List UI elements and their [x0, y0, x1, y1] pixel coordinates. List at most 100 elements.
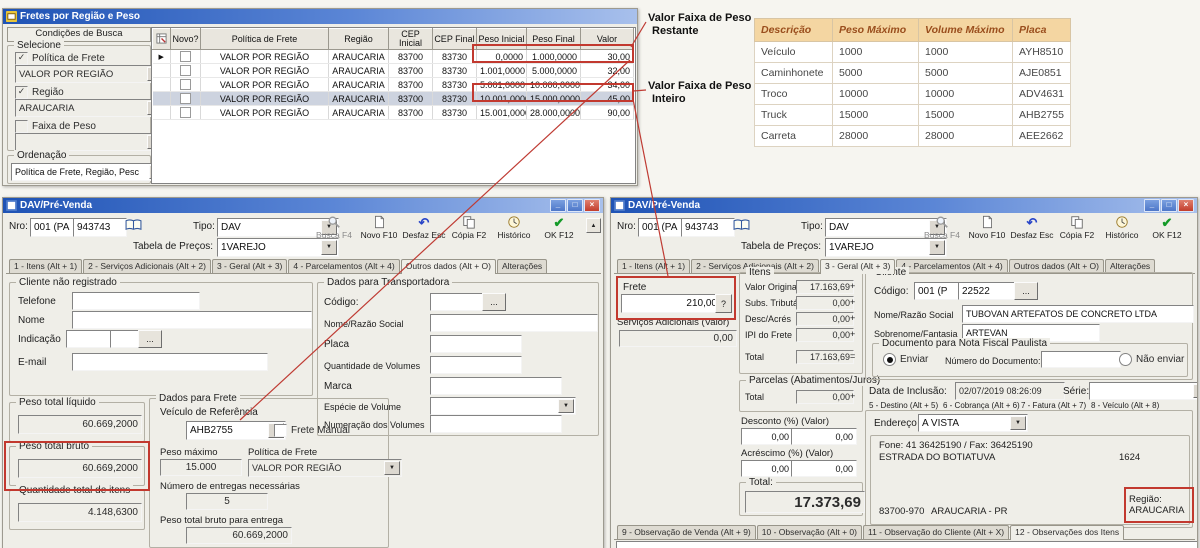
razao-social-field[interactable]: TUBOVAN ARTEFATOS DE CONCRETO LTDA — [962, 305, 1194, 323]
faixa-peso-checkbox[interactable]: Faixa de Peso — [15, 120, 96, 133]
tab-observacao[interactable]: 10 - Observação (Alt + 0) — [757, 525, 862, 539]
nome-field[interactable] — [72, 311, 312, 329]
ok-button[interactable]: ✔ OK F12 — [536, 215, 582, 240]
enviar-radio[interactable]: Enviar — [883, 353, 928, 366]
cliente-codigo-tipo-field[interactable]: 001 (P — [914, 282, 962, 300]
dav-left-titlebar[interactable]: DAV/Pré-Venda _ □ × — [3, 198, 603, 213]
grid-cell[interactable]: 0,0000 — [477, 50, 527, 64]
politica-frete-select[interactable]: VALOR POR REGIÃO▼ — [248, 459, 402, 477]
tab-observacao-venda[interactable]: 9 - Observação de Venda (Alt + 9) — [617, 525, 756, 539]
grid-cell[interactable]: 5.000,0000 — [527, 64, 581, 78]
tab-servicos-adicionais[interactable]: 2 - Serviços Adicionais (Alt + 2) — [83, 259, 211, 273]
nro-number-field[interactable]: 943743 — [73, 218, 127, 237]
grid-col-regiao[interactable]: Região — [329, 29, 389, 50]
regiao-checkbox[interactable]: ✓Região — [15, 86, 64, 99]
numeracao-volumes-field[interactable] — [430, 415, 562, 433]
desconto-valor-field[interactable]: 0,00 — [791, 428, 857, 445]
chevron-down-icon[interactable]: ▼ — [384, 461, 400, 475]
transportadora-lookup-button[interactable]: ... — [482, 293, 506, 311]
grid-cell[interactable]: VALOR POR REGIÃO — [201, 92, 329, 106]
book-icon[interactable] — [125, 218, 142, 232]
politica-frete-checkbox[interactable]: ✓Política de Frete — [15, 52, 105, 65]
grid-cell[interactable]: 83700 — [389, 106, 433, 120]
grid-col-cep-final[interactable]: CEP Final — [433, 29, 477, 50]
novo-checkbox[interactable] — [180, 51, 191, 62]
grid-cell[interactable]: 83730 — [433, 92, 477, 106]
fretes-titlebar[interactable]: Fretes por Região e Peso — [3, 9, 637, 24]
grid-cell[interactable]: 5.001,0000 — [477, 78, 527, 92]
novo-cell[interactable] — [171, 64, 201, 78]
grid-cell[interactable]: ARAUCARIA — [329, 64, 389, 78]
grid-header-icon-cell[interactable] — [153, 29, 171, 50]
nao-enviar-radio[interactable]: Não enviar — [1119, 353, 1184, 366]
email-field[interactable] — [72, 353, 268, 371]
tab-geral[interactable]: 3 - Geral (Alt + 3) — [820, 259, 895, 274]
close-button[interactable]: × — [584, 199, 600, 212]
novo-cell[interactable] — [171, 50, 201, 64]
frete-field[interactable]: 210,00 — [621, 294, 721, 313]
book-icon[interactable] — [733, 218, 750, 232]
grid-col-cep-inicial[interactable]: CEP Inicial — [389, 29, 433, 50]
chevron-down-icon[interactable]: ▼ — [929, 240, 945, 255]
close-button[interactable]: × — [1178, 199, 1194, 212]
novo-button[interactable]: Novo F10 — [356, 215, 402, 240]
desfaz-button[interactable]: ↶ Desfaz Esc — [1009, 215, 1055, 240]
tab-itens[interactable]: 1 - Itens (Alt + 1) — [9, 259, 82, 273]
grid-cell[interactable]: VALOR POR REGIÃO — [201, 64, 329, 78]
grid-cell[interactable]: VALOR POR REGIÃO — [201, 106, 329, 120]
grid-cell[interactable]: 83730 — [433, 106, 477, 120]
veiculo-referencia-select[interactable]: AHB2755▼ — [186, 421, 286, 440]
tab-observacoes-itens[interactable]: 12 - Observações dos Itens — [1010, 525, 1124, 540]
novo-checkbox[interactable] — [180, 79, 191, 90]
minimize-button[interactable]: _ — [550, 199, 566, 212]
frete-help-button[interactable]: ? — [715, 294, 732, 313]
grid-row-4-selected[interactable]: VALOR POR REGIÃO ARAUCARIA 83700 83730 1… — [153, 92, 634, 106]
grid-cell[interactable]: 90,00 — [581, 106, 634, 120]
tabela-precos-select[interactable]: 1VAREJO▼ — [217, 238, 339, 257]
politica-frete-select[interactable]: VALOR POR REGIÃO▼ — [15, 65, 165, 83]
grid-cell[interactable]: VALOR POR REGIÃO — [201, 50, 329, 64]
grid-row-5[interactable]: VALOR POR REGIÃO ARAUCARIA 83700 83730 1… — [153, 106, 634, 120]
grid-cell[interactable]: 1.001,0000 — [477, 64, 527, 78]
novo-checkbox[interactable] — [180, 93, 191, 104]
chevron-down-icon[interactable]: ▼ — [1010, 416, 1026, 430]
novo-checkbox[interactable] — [180, 107, 191, 118]
historico-button[interactable]: Histórico — [1099, 215, 1145, 240]
ok-button[interactable]: ✔ OK F12 — [1144, 215, 1190, 240]
grid-col-peso-inicial[interactable]: Peso Inicial — [477, 29, 527, 50]
indicacao-lookup-button[interactable]: ... — [138, 330, 162, 348]
grid-cell[interactable]: 10.001,0000 — [477, 92, 527, 106]
razao-social-field[interactable] — [430, 314, 598, 332]
fretes-grid[interactable]: Novo? Política de Frete Região CEP Inici… — [151, 27, 636, 184]
quantidade-volumes-field[interactable] — [430, 356, 522, 374]
tab-itens[interactable]: 1 - Itens (Alt + 1) — [617, 259, 690, 273]
placa-field[interactable] — [430, 335, 522, 353]
maximize-button[interactable]: □ — [1161, 199, 1177, 212]
copia-button[interactable]: Cópia F2 — [446, 215, 492, 240]
desconto-pct-field[interactable]: 0,00 — [741, 428, 793, 445]
grid-col-politica[interactable]: Política de Frete — [201, 29, 329, 50]
grid-row-1[interactable]: ▶ VALOR POR REGIÃO ARAUCARIA 83700 83730… — [153, 50, 634, 64]
novo-cell[interactable] — [171, 106, 201, 120]
cliente-lookup-button[interactable]: ... — [1014, 282, 1038, 300]
cliente-codigo-field[interactable]: 22522 — [958, 282, 1018, 300]
grid-cell[interactable]: 83700 — [389, 78, 433, 92]
tab-alteracoes[interactable]: Alterações — [497, 259, 547, 273]
tab-outros-dados[interactable]: Outros dados (Alt + O) — [401, 259, 496, 274]
faixa-peso-select[interactable]: ▼ — [15, 133, 165, 151]
tab-outros-dados[interactable]: Outros dados (Alt + O) — [1009, 259, 1104, 273]
chevron-down-icon[interactable]: ▼ — [558, 399, 574, 413]
serie-select[interactable]: ▼ — [1089, 382, 1198, 400]
tab-alteracoes[interactable]: Alterações — [1105, 259, 1155, 273]
grid-cell[interactable]: 83700 — [389, 50, 433, 64]
endereco-select[interactable]: A VISTA▼ — [918, 414, 1028, 432]
grid-cell[interactable]: ARAUCARIA — [329, 78, 389, 92]
grid-cell[interactable]: 28.000,0000 — [527, 106, 581, 120]
dav-right-titlebar[interactable]: DAV/Pré-Venda _ □ × — [611, 198, 1197, 213]
grid-col-peso-final[interactable]: Peso Final — [527, 29, 581, 50]
acrescimo-valor-field[interactable]: 0,00 — [791, 460, 857, 477]
grid-cell[interactable]: 83700 — [389, 92, 433, 106]
novo-button[interactable]: Novo F10 — [964, 215, 1010, 240]
busca-button[interactable]: Busca F4 — [919, 215, 965, 240]
novo-checkbox[interactable] — [180, 65, 191, 76]
